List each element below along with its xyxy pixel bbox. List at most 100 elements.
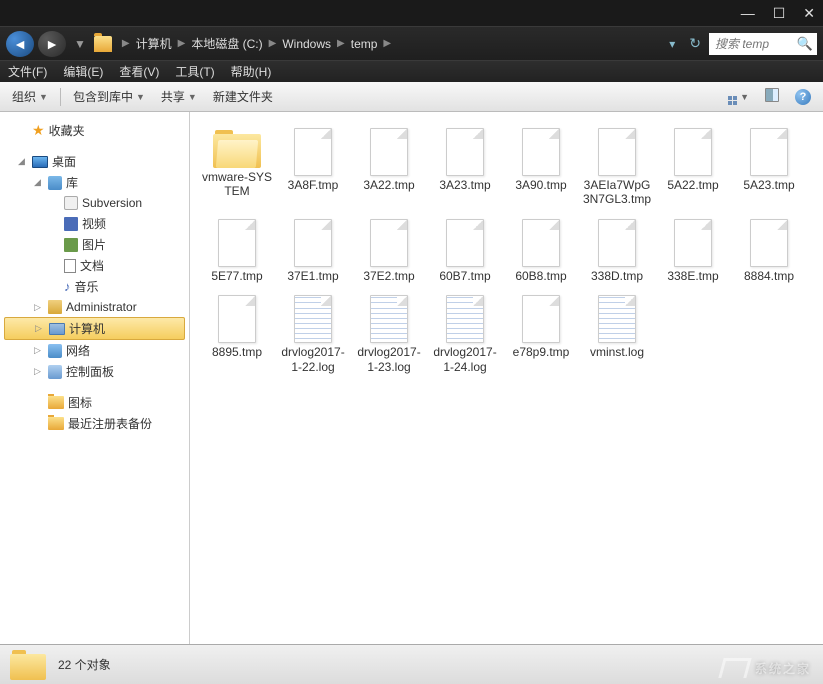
- menu-view[interactable]: 查看(V): [119, 63, 159, 80]
- chevron-right-icon[interactable]: ▶: [383, 38, 391, 49]
- tree-document[interactable]: 文档: [0, 255, 189, 276]
- blank-file-icon: [522, 295, 560, 343]
- text-file-icon: [294, 295, 332, 343]
- expand-icon[interactable]: ▷: [34, 366, 44, 377]
- tree-music[interactable]: ♪音乐: [0, 276, 189, 297]
- blank-file-icon: [598, 219, 636, 267]
- navigation-tree: ★收藏夹 ◢桌面 ◢库 Subversion 视频 图片 文档 ♪音乐 ▷Adm…: [0, 112, 190, 644]
- menu-help[interactable]: 帮助(H): [231, 63, 272, 80]
- forward-button[interactable]: ►: [38, 31, 66, 57]
- breadcrumb-segment[interactable]: 计算机: [136, 35, 172, 52]
- file-item[interactable]: 5A22.tmp: [656, 124, 730, 211]
- blank-file-icon: [370, 128, 408, 176]
- file-item[interactable]: 60B7.tmp: [428, 215, 502, 287]
- tree-icons[interactable]: 图标: [0, 392, 189, 413]
- expand-icon[interactable]: ▷: [35, 323, 45, 334]
- preview-pane-button[interactable]: [761, 88, 783, 105]
- file-item[interactable]: drvlog2017-1-22.log: [276, 291, 350, 378]
- chevron-right-icon[interactable]: ▶: [337, 38, 345, 49]
- tree-control-panel[interactable]: ▷控制面板: [0, 361, 189, 382]
- minimize-button[interactable]: —: [741, 5, 755, 21]
- breadcrumb-segment[interactable]: Windows: [282, 37, 331, 51]
- folder-icon: [94, 36, 112, 52]
- file-item[interactable]: 8884.tmp: [732, 215, 806, 287]
- file-item[interactable]: 3A90.tmp: [504, 124, 578, 211]
- file-label: 8895.tmp: [212, 345, 262, 359]
- collapse-icon[interactable]: ◢: [18, 156, 28, 167]
- file-item[interactable]: 3AEIa7WpG3N7GL3.tmp: [580, 124, 654, 211]
- tree-favorites[interactable]: ★收藏夹: [0, 120, 189, 141]
- file-label: 3A22.tmp: [363, 178, 414, 192]
- tree-administrator[interactable]: ▷Administrator: [0, 297, 189, 317]
- file-label: 5A23.tmp: [743, 178, 794, 192]
- tree-video[interactable]: 视频: [0, 213, 189, 234]
- search-box: 🔍: [709, 33, 817, 55]
- folder-icon: [48, 396, 64, 409]
- music-icon: ♪: [64, 279, 71, 294]
- file-item[interactable]: 37E1.tmp: [276, 215, 350, 287]
- content-area: ★收藏夹 ◢桌面 ◢库 Subversion 视频 图片 文档 ♪音乐 ▷Adm…: [0, 112, 823, 644]
- breadcrumb-segment[interactable]: temp: [351, 37, 378, 51]
- file-item[interactable]: 3A22.tmp: [352, 124, 426, 211]
- document-icon: [64, 259, 76, 273]
- folder-icon: [10, 650, 46, 680]
- tree-subversion[interactable]: Subversion: [0, 193, 189, 213]
- file-item[interactable]: e78p9.tmp: [504, 291, 578, 378]
- file-item[interactable]: vmware-SYSTEM: [200, 124, 274, 211]
- control-panel-icon: [48, 365, 62, 379]
- file-item[interactable]: drvlog2017-1-24.log: [428, 291, 502, 378]
- collapse-icon[interactable]: ◢: [34, 177, 44, 188]
- include-library-button[interactable]: 包含到库中▼: [69, 86, 149, 107]
- share-button[interactable]: 共享▼: [157, 86, 201, 107]
- subversion-icon: [64, 196, 78, 210]
- file-item[interactable]: vminst.log: [580, 291, 654, 378]
- tree-library[interactable]: ◢库: [0, 172, 189, 193]
- address-dropdown-icon[interactable]: ▾: [663, 37, 681, 51]
- chevron-right-icon[interactable]: ▶: [178, 38, 186, 49]
- tree-desktop[interactable]: ◢桌面: [0, 151, 189, 172]
- tree-picture[interactable]: 图片: [0, 234, 189, 255]
- folder-icon: [213, 128, 261, 168]
- watermark: 系统之家: [721, 658, 811, 678]
- file-item[interactable]: 37E2.tmp: [352, 215, 426, 287]
- file-item[interactable]: 5E77.tmp: [200, 215, 274, 287]
- new-folder-button[interactable]: 新建文件夹: [209, 86, 277, 107]
- blank-file-icon: [370, 219, 408, 267]
- tree-computer[interactable]: ▷计算机: [4, 317, 185, 340]
- refresh-icon[interactable]: ↻: [685, 35, 705, 52]
- expand-icon[interactable]: ▷: [34, 302, 44, 313]
- menu-edit[interactable]: 编辑(E): [63, 63, 103, 80]
- file-list[interactable]: vmware-SYSTEM3A8F.tmp 3A22.tmp 3A23.tmp3A9…: [190, 112, 823, 644]
- file-item[interactable]: 338E.tmp: [656, 215, 730, 287]
- menu-file[interactable]: 文件(F): [8, 63, 47, 80]
- file-label: 60B7.tmp: [439, 269, 490, 283]
- help-button[interactable]: ?: [791, 89, 815, 105]
- menu-tools[interactable]: 工具(T): [175, 63, 214, 80]
- file-item[interactable]: 60B8.tmp: [504, 215, 578, 287]
- tree-network[interactable]: ▷网络: [0, 340, 189, 361]
- expand-icon[interactable]: ▷: [34, 345, 44, 356]
- file-item[interactable]: 8895.tmp: [200, 291, 274, 378]
- chevron-right-icon[interactable]: ▶: [122, 38, 130, 49]
- search-icon[interactable]: 🔍: [797, 36, 813, 52]
- breadcrumb-segment[interactable]: 本地磁盘 (C:): [191, 35, 262, 52]
- file-label: drvlog2017-1-22.log: [278, 345, 348, 374]
- maximize-button[interactable]: ☐: [773, 5, 786, 22]
- chevron-right-icon[interactable]: ▶: [269, 38, 277, 49]
- file-item[interactable]: 3A23.tmp: [428, 124, 502, 211]
- file-item[interactable]: 338D.tmp: [580, 215, 654, 287]
- status-count: 22 个对象: [58, 656, 111, 673]
- blank-file-icon: [294, 128, 332, 176]
- chevron-down-icon: ▼: [188, 92, 197, 102]
- close-button[interactable]: ✕: [803, 5, 815, 22]
- file-item[interactable]: 3A8F.tmp: [276, 124, 350, 211]
- blank-file-icon: [294, 219, 332, 267]
- history-dropdown-icon[interactable]: ▼: [70, 37, 90, 51]
- back-button[interactable]: ◄: [6, 31, 34, 57]
- organize-button[interactable]: 组织▼: [8, 86, 52, 107]
- tree-reg-backup[interactable]: 最近注册表备份: [0, 413, 189, 434]
- view-mode-button[interactable]: ▼: [724, 89, 753, 105]
- breadcrumb[interactable]: ▶ 计算机 ▶ 本地磁盘 (C:) ▶ Windows ▶ temp ▶: [116, 35, 659, 52]
- file-item[interactable]: drvlog2017-1-23.log: [352, 291, 426, 378]
- file-item[interactable]: 5A23.tmp: [732, 124, 806, 211]
